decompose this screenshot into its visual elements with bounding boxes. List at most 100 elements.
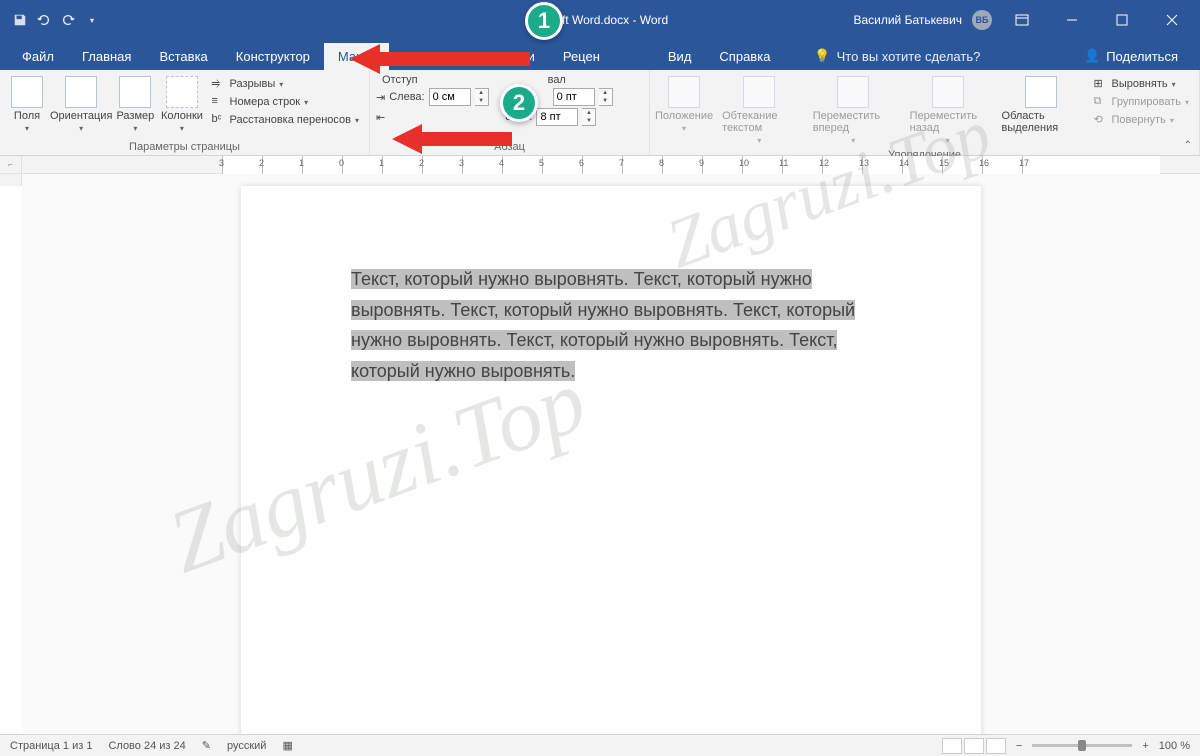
rotate-label: Повернуть: [1111, 114, 1165, 126]
status-bar: Страница 1 из 1 Слово 24 из 24 ✎ русский…: [0, 734, 1200, 756]
minimize-icon[interactable]: [1052, 5, 1092, 35]
spacing-before-row: ▲▼: [553, 88, 613, 106]
tab-insert[interactable]: Вставка: [145, 43, 221, 70]
wrap-text-button: Обтекание текстом▾: [716, 74, 803, 147]
group-arrange: Положение▾ Обтекание текстом▾ Переместит…: [650, 70, 1200, 155]
ribbon: Поля▾ Ориентация▾ Размер▾ Колонки▾ ⥤Разр…: [0, 70, 1200, 156]
share-icon: 👤: [1084, 48, 1100, 64]
qat-dropdown-icon[interactable]: ▾: [84, 12, 100, 28]
rotate-button: ⟲Повернуть▾: [1089, 112, 1193, 128]
columns-label: Колонки: [161, 110, 203, 122]
indent-left-spinner[interactable]: ▲▼: [475, 88, 489, 106]
vertical-ruler[interactable]: [0, 156, 22, 734]
hyphenation-icon: bᶜ: [212, 113, 226, 127]
read-mode-icon[interactable]: [942, 738, 962, 754]
size-button[interactable]: Размер▾: [114, 74, 156, 135]
share-label: Поделиться: [1106, 49, 1178, 64]
group-button: ⧉Группировать▾: [1089, 94, 1193, 110]
collapse-ribbon-icon[interactable]: ⌃: [1184, 140, 1192, 151]
indent-left-input[interactable]: [429, 88, 471, 106]
tab-file[interactable]: Файл: [8, 43, 68, 70]
spacing-before-spinner[interactable]: ▲▼: [599, 88, 613, 106]
spacing-before-input[interactable]: [553, 88, 595, 106]
align-button[interactable]: ⊞Выровнять▾: [1089, 76, 1193, 92]
group-icon: ⧉: [1093, 95, 1107, 109]
align-icon: ⊞: [1093, 77, 1107, 91]
share-button[interactable]: 👤 Поделиться: [1070, 42, 1192, 70]
indent-left-row: ⇥ Слева: ▲▼: [376, 88, 489, 106]
orientation-button[interactable]: Ориентация▾: [52, 74, 110, 135]
macro-icon[interactable]: ▦: [282, 739, 292, 752]
hyphenation-button[interactable]: bᶜРасстановка переносов▾: [208, 112, 364, 128]
maximize-icon[interactable]: [1102, 5, 1142, 35]
horizontal-ruler[interactable]: 32101234567891011121314151617: [22, 156, 1200, 174]
backward-label: Переместить назад: [910, 110, 986, 134]
margins-button[interactable]: Поля▾: [6, 74, 48, 135]
status-words[interactable]: Слово 24 из 24: [108, 740, 185, 752]
margins-label: Поля: [14, 110, 40, 122]
spacing-header: вал: [548, 74, 566, 86]
indent-right-icon: ⇤: [376, 111, 385, 124]
align-label: Выровнять: [1111, 78, 1167, 90]
group-page-setup: Поля▾ Ориентация▾ Размер▾ Колонки▾ ⥤Разр…: [0, 70, 370, 155]
web-layout-icon[interactable]: [986, 738, 1006, 754]
indent-left-icon: ⇥: [376, 91, 385, 104]
indent-header: Отступ: [382, 74, 418, 86]
annotation-arrow-2: [392, 124, 512, 154]
ribbon-tabs: Файл Главная Вставка Конструктор Макет С…: [0, 40, 1200, 70]
tell-me-label: Что вы хотите сделать?: [837, 49, 981, 64]
quick-access-toolbar: ▾: [0, 12, 112, 28]
undo-icon[interactable]: [36, 12, 52, 28]
lightbulb-icon: 💡: [814, 48, 830, 64]
send-backward-button: Переместить назад▾: [904, 74, 992, 147]
position-label: Положение: [655, 110, 713, 122]
tab-review[interactable]: Рецен: [549, 43, 614, 70]
breaks-icon: ⥤: [212, 77, 226, 91]
save-icon[interactable]: [12, 12, 28, 28]
tell-me-search[interactable]: 💡 Что вы хотите сделать?: [804, 42, 990, 70]
annotation-arrow-1: [350, 44, 530, 74]
zoom-slider[interactable]: [1032, 744, 1132, 747]
breaks-button[interactable]: ⥤Разрывы▾: [208, 76, 364, 92]
group-label-page-setup: Параметры страницы: [6, 139, 363, 153]
status-page[interactable]: Страница 1 из 1: [10, 740, 92, 752]
workspace: ⌐ 32101234567891011121314151617 Текст, к…: [0, 156, 1200, 734]
indent-left-label: Слева:: [389, 91, 424, 103]
proofing-icon[interactable]: ✎: [202, 739, 211, 752]
spacing-after-spinner[interactable]: ▲▼: [582, 108, 596, 126]
zoom-out-icon[interactable]: −: [1016, 740, 1022, 752]
user-avatar[interactable]: ВБ: [972, 10, 992, 30]
zoom-level[interactable]: 100 %: [1159, 740, 1190, 752]
close-icon[interactable]: [1152, 5, 1192, 35]
title-bar: ▾ Док oft Word.docx - Word Василий Батьк…: [0, 0, 1200, 40]
spacing-after-input[interactable]: [536, 108, 578, 126]
wrap-label: Обтекание текстом: [722, 110, 797, 134]
columns-button[interactable]: Колонки▾: [160, 74, 203, 135]
redo-icon[interactable]: [60, 12, 76, 28]
callout-2: 2: [500, 84, 538, 122]
status-language[interactable]: русский: [227, 740, 266, 752]
zoom-in-icon[interactable]: +: [1142, 740, 1148, 752]
line-numbers-icon: ≡: [212, 95, 226, 109]
page[interactable]: Текст, который нужно выровнять. Текст, к…: [241, 186, 981, 734]
user-name[interactable]: Василий Батькевич: [853, 13, 962, 27]
selection-label: Область выделения: [1002, 110, 1080, 134]
document-text[interactable]: Текст, который нужно выровнять. Текст, к…: [351, 264, 871, 386]
tab-view[interactable]: Вид: [654, 43, 706, 70]
line-numbers-button[interactable]: ≡Номера строк▾: [208, 94, 364, 110]
orientation-label: Ориентация: [50, 110, 112, 122]
selection-pane-button[interactable]: Область выделения: [996, 74, 1086, 136]
size-label: Размер: [116, 110, 154, 122]
tab-design[interactable]: Конструктор: [222, 43, 324, 70]
print-layout-icon[interactable]: [964, 738, 984, 754]
tab-help[interactable]: Справка: [705, 43, 784, 70]
position-button: Положение▾: [656, 74, 712, 135]
document-area[interactable]: Текст, который нужно выровнять. Текст, к…: [22, 156, 1200, 734]
group-btn-label: Группировать: [1111, 96, 1181, 108]
ribbon-options-icon[interactable]: [1002, 5, 1042, 35]
callout-1: 1: [525, 2, 563, 40]
line-numbers-label: Номера строк: [230, 96, 301, 108]
ruler-corner: ⌐: [0, 156, 22, 174]
tab-home[interactable]: Главная: [68, 43, 145, 70]
hyphenation-label: Расстановка переносов: [230, 114, 351, 126]
